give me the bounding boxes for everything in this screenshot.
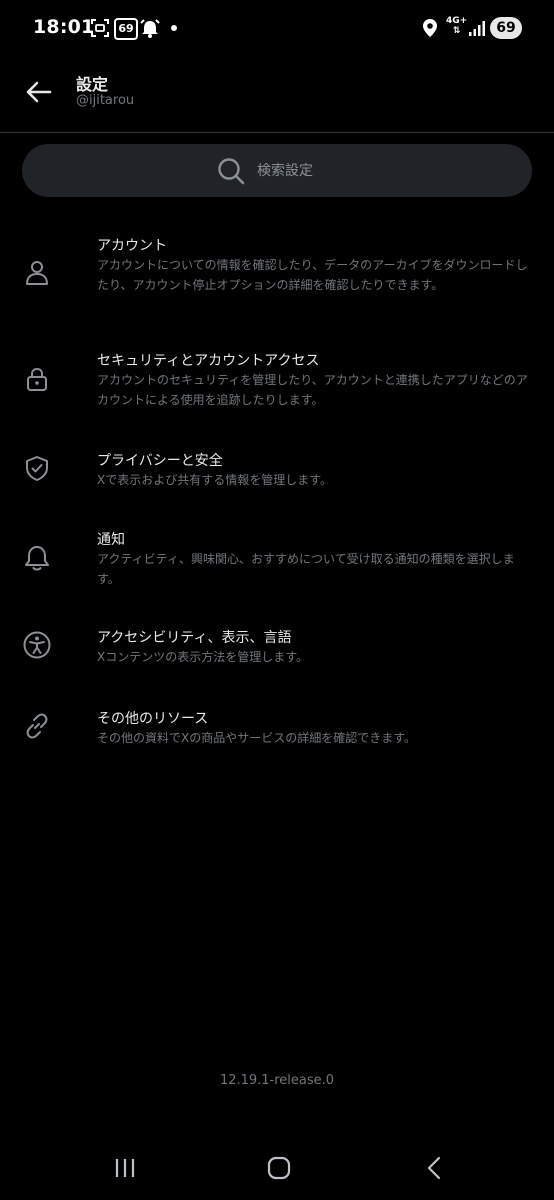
settings-item-resources[interactable]: その他のリソース その他の資料でXの商品やサービスの詳細を確認できます。 [0,708,554,748]
search-icon [218,157,245,184]
page-title: 設定 [76,75,109,94]
back-icon [427,1156,441,1180]
settings-item-privacy[interactable]: プライバシーと安全 Xで表示および共有する情報を管理します。 [0,450,554,490]
app-version: 12.19.1-release.0 [219,1073,335,1088]
notification-badge-icon: 69 [114,18,138,40]
settings-item-description: その他の資料でXの商品やサービスの詳細を確認できます。 [97,731,417,745]
settings-item-description: アクティビティ、興味関心、おすすめについて受け取る通知の種類を選択します。 [97,552,515,586]
bell-icon [22,543,52,573]
settings-item-security[interactable]: セキュリティとアカウントアクセス アカウントのセキュリティを管理したり、アカウン… [0,350,554,410]
lock-icon [22,364,52,394]
arrow-left-icon [26,81,52,103]
home-icon [267,1156,291,1180]
settings-item-description: Xで表示および共有する情報を管理します。 [97,473,333,487]
back-button[interactable] [20,73,58,111]
settings-item-description: アカウントのセキュリティを管理したり、アカウントと連携したアプリなどのアカウント… [97,373,528,407]
header: 設定 @ijitarou [0,58,554,133]
alarm-icon [140,19,160,38]
shield-check-icon [22,453,52,483]
settings-item-title: アクセシビリティ、表示、言語 [97,630,292,646]
recent-apps-button[interactable] [103,1150,147,1186]
status-bar: 18:01 69 4G+ ⇅ 69 [0,0,554,58]
network-type: 4G+ [446,16,468,26]
settings-item-title: プライバシーと安全 [97,453,223,469]
screenshot-icon [91,19,109,37]
status-time: 18:01 [33,16,95,38]
settings-item-notifications[interactable]: 通知 アクティビティ、興味関心、おすすめについて受け取る通知の種類を選択します。 [0,529,554,589]
network-indicator: 4G+ ⇅ [446,16,467,36]
search-input[interactable] [257,162,337,179]
link-icon [22,711,52,741]
battery-icon: 69 [490,17,522,39]
settings-item-title: セキュリティとアカウントアクセス [97,353,320,369]
account-handle: @ijitarou [76,93,135,108]
data-arrows-icon: ⇅ [452,26,461,36]
recent-apps-icon [115,1159,135,1177]
settings-item-accessibility[interactable]: アクセシビリティ、表示、言語 Xコンテンツの表示方法を管理します。 [0,627,554,667]
signal-icon [469,21,485,36]
accessibility-icon [22,630,52,660]
settings-item-description: Xコンテンツの表示方法を管理します。 [97,650,309,664]
back-nav-button[interactable] [413,1150,457,1186]
settings-item-title: アカウント [97,238,167,254]
person-icon [22,257,52,287]
settings-item-description: アカウントについての情報を確認したり、データのアーカイブをダウンロードしたり、ア… [97,258,528,292]
settings-item-title: その他のリソース [97,711,209,727]
home-button[interactable] [257,1150,301,1186]
system-navigation-bar [0,1140,554,1200]
location-icon [423,19,437,37]
notification-dot-icon [171,25,177,31]
search-bar[interactable] [22,144,532,197]
settings-item-account[interactable]: アカウント アカウントについての情報を確認したり、データのアーカイブをダウンロー… [0,235,554,315]
settings-item-title: 通知 [97,532,125,548]
